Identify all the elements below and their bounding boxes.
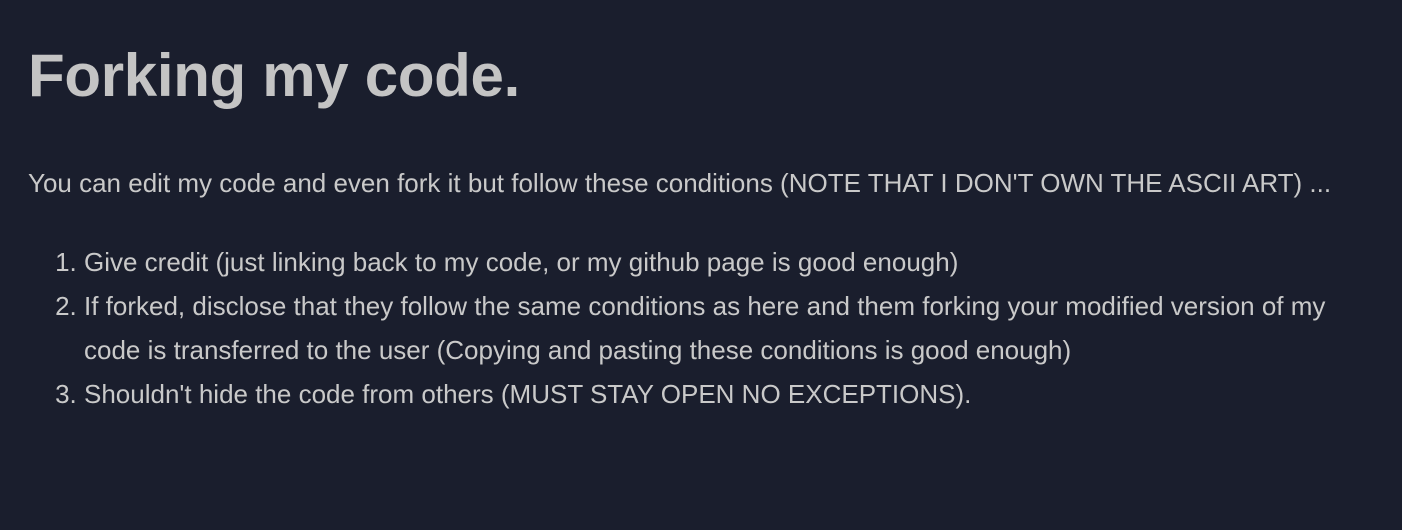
condition-item-fork-disclosure: If forked, disclose that they follow the… [84, 284, 1382, 372]
intro-paragraph: You can edit my code and even fork it bu… [28, 168, 1332, 198]
page-title: Forking my code. [28, 42, 520, 109]
condition-item-stay-open: Shouldn't hide the code from others (MUS… [84, 372, 1382, 416]
condition-item-credit: Give credit (just linking back to my cod… [84, 240, 1382, 284]
conditions-list: Give credit (just linking back to my cod… [28, 240, 1382, 416]
document-page: Forking my code. You can edit my code an… [0, 0, 1402, 530]
